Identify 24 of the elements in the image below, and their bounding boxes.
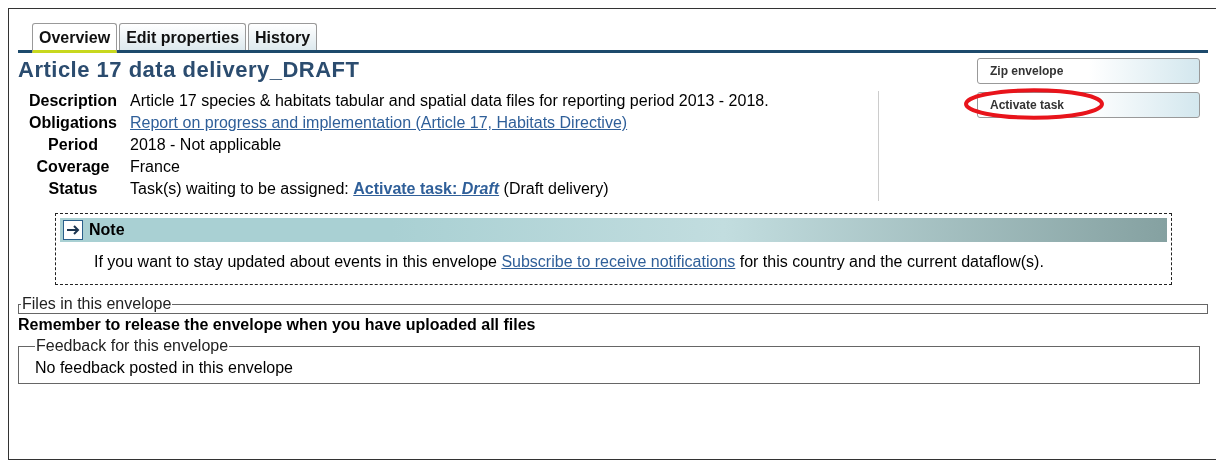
page-title: Article 17 data delivery_DRAFT bbox=[18, 57, 361, 83]
property-label: Description bbox=[28, 91, 118, 111]
property-label: Period bbox=[47, 135, 99, 155]
note-title: Note bbox=[89, 221, 125, 239]
property-label: Obligations bbox=[28, 113, 118, 133]
subscribe-link[interactable]: Subscribe to receive notifications bbox=[501, 253, 736, 270]
property-value: (Draft delivery) bbox=[503, 180, 609, 197]
feedback-text: No feedback posted in this envelope bbox=[35, 359, 294, 377]
property-value: Task(s) waiting to be assigned: bbox=[130, 180, 349, 197]
reminder-text: Remember to release the envelope when you have uploaded all files bbox=[18, 315, 537, 335]
tab[interactable]: Overview bbox=[32, 23, 118, 53]
property-value: France bbox=[130, 158, 180, 175]
property-value: Article 17 species & habitats tabular and spatial data files for reporting period 2013 - 2018. bbox=[130, 92, 769, 109]
tab[interactable]: Edit properties bbox=[119, 23, 247, 50]
tab[interactable]: History bbox=[248, 23, 318, 50]
obligation-link[interactable]: Report on progress and implementation (Article 17, Habitats Directive) bbox=[130, 114, 628, 131]
property-value: 2018 - Not applicable bbox=[130, 136, 282, 153]
property-label: Status bbox=[47, 179, 99, 199]
note-text: If you want to stay updated about events in this envelope Subscribe to receive notifications for this country and the current dataflow(s). bbox=[94, 252, 1045, 272]
fieldset-legend: Files in this envelope bbox=[21, 295, 173, 313]
property-label: Coverage bbox=[35, 157, 111, 177]
fieldset-legend: Feedback for this envelope bbox=[35, 337, 230, 355]
action-button[interactable]: Zip envelope bbox=[977, 58, 1200, 84]
task-link[interactable]: Activate task: Draft bbox=[353, 180, 500, 197]
